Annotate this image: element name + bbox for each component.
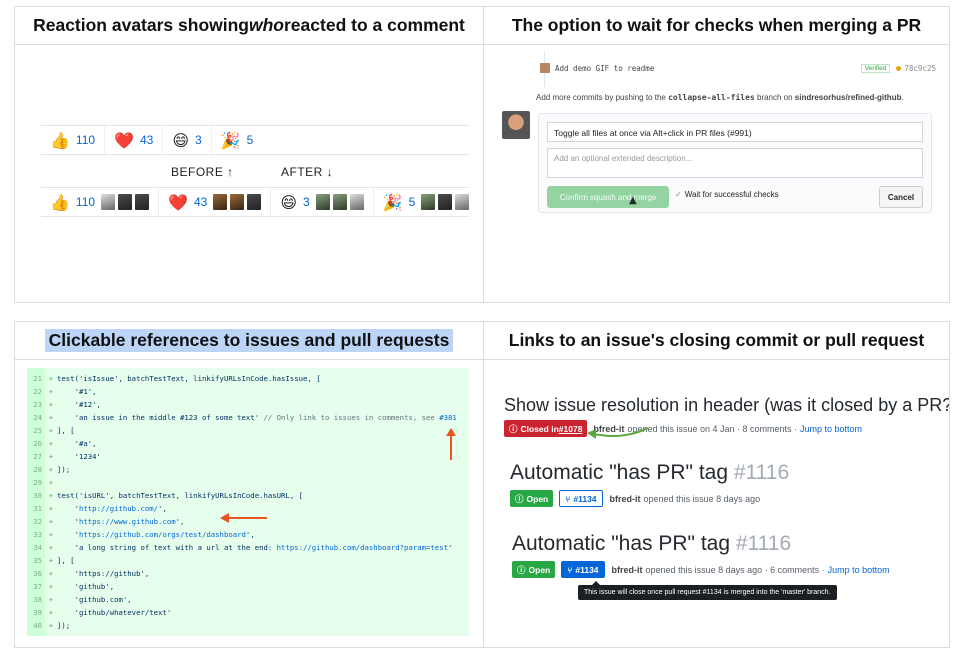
- avatar[interactable]: [455, 194, 470, 210]
- panel-closing-links: Links to an issue's closing commit or pu…: [483, 321, 950, 648]
- reaction-tada[interactable]: 🎉 5: [374, 188, 479, 216]
- pull-request-icon: ⑂: [565, 493, 571, 504]
- open-state-badge[interactable]: ⓘ Open: [510, 490, 554, 507]
- after-label: AFTER ↓: [281, 165, 334, 179]
- avatar[interactable]: [421, 194, 436, 210]
- closing-pr-link[interactable]: #1078: [559, 424, 583, 434]
- pending-status-icon[interactable]: [896, 65, 902, 71]
- commit-description-input[interactable]: Add an optional extended description...: [547, 148, 923, 178]
- pr-tag[interactable]: ⑂ #1134: [561, 561, 605, 578]
- reactions-before-row: 👍 110 ❤️ 43 😄 3 🎉 5: [41, 125, 469, 155]
- issue-meta: ⓘ Closed in #1078 bfred-it opened this is…: [504, 420, 862, 437]
- panel-title: Reaction avatars showing who reacted to …: [15, 7, 483, 45]
- thumbsup-icon: 👍: [50, 192, 70, 212]
- issue-title: Automatic "has PR" tag #1116: [510, 461, 790, 484]
- commit-sha[interactable]: 78c9c25: [904, 64, 936, 73]
- thumbsup-icon: 👍: [50, 130, 70, 150]
- jump-to-bottom-link[interactable]: Jump to bottom: [828, 565, 890, 575]
- confirm-squash-button[interactable]: Confirm squash and merge: [547, 186, 669, 208]
- wait-for-checks-checkbox[interactable]: ✓ Wait for successful checks: [675, 190, 779, 199]
- pointer-cursor-icon: ▲: [629, 195, 637, 206]
- reaction-thumbsup[interactable]: 👍 110: [41, 188, 160, 216]
- merge-form: Toggle all files at once via Alt+click i…: [538, 113, 932, 213]
- closed-icon: ⓘ: [509, 423, 518, 434]
- heart-icon: ❤️: [114, 130, 134, 150]
- tada-icon: 🎉: [220, 130, 241, 150]
- jump-to-bottom-link[interactable]: Jump to bottom: [800, 424, 862, 434]
- before-label: BEFORE ↑: [171, 165, 234, 179]
- open-icon: ⓘ: [515, 493, 524, 504]
- avatar[interactable]: [315, 194, 330, 210]
- reaction-thumbsup[interactable]: 👍 110: [41, 126, 106, 154]
- heart-icon: ❤️: [168, 192, 188, 212]
- reaction-smile[interactable]: 😄 3: [271, 188, 374, 216]
- avatar[interactable]: [502, 111, 530, 139]
- tada-icon: 🎉: [382, 192, 403, 212]
- arrow-left-icon: [587, 427, 649, 439]
- commit-title-input[interactable]: Toggle all files at once via Alt+click i…: [547, 122, 923, 142]
- open-state-badge[interactable]: ⓘ Open: [512, 561, 556, 578]
- checkmark-icon[interactable]: ✓: [675, 190, 682, 199]
- annotation-arrows: [220, 428, 456, 523]
- avatar[interactable]: [101, 194, 116, 210]
- arrow-left-icon: [220, 513, 267, 523]
- avatar[interactable]: [135, 194, 150, 210]
- commit-row: Add demo GIF to readme Verified 78c9c25: [540, 59, 936, 77]
- push-hint: Add more commits by pushing to the colla…: [536, 93, 904, 102]
- panel-wait-for-checks: The option to wait for checks when mergi…: [483, 6, 950, 303]
- smile-icon: 😄: [172, 130, 190, 150]
- commit-message[interactable]: Add demo GIF to readme: [555, 64, 654, 73]
- reactions-after-row: 👍 110 ❤️ 43 😄 3 🎉 5: [41, 187, 470, 217]
- issue-title: Show issue resolution in header (was it …: [504, 395, 950, 415]
- reaction-tada[interactable]: 🎉 5: [212, 126, 263, 154]
- avatar[interactable]: [349, 194, 364, 210]
- smile-icon: 😄: [280, 192, 298, 212]
- panel-title: The option to wait for checks when mergi…: [484, 7, 949, 45]
- panel-reaction-avatars: Reaction avatars showing who reacted to …: [14, 6, 484, 303]
- panel-title: Links to an issue's closing commit or pu…: [484, 322, 949, 360]
- avatar[interactable]: [438, 194, 453, 210]
- panel-clickable-references: Clickable references to issues and pull …: [14, 321, 484, 648]
- author-link[interactable]: bfred-it: [610, 494, 641, 504]
- avatar[interactable]: [118, 194, 133, 210]
- issue-meta: ⓘ Open ⑂ #1134 bfred-it opened this issue …: [512, 561, 890, 578]
- arrow-up-icon: [446, 428, 456, 460]
- avatar[interactable]: [230, 194, 245, 210]
- issue-meta: ⓘ Open ⑂ #1134 bfred-it opened this issue …: [510, 490, 760, 507]
- reaction-smile[interactable]: 😄 3: [163, 126, 212, 154]
- avatar[interactable]: [332, 194, 347, 210]
- reaction-heart[interactable]: ❤️ 43: [105, 126, 164, 154]
- pull-request-icon: ⑂: [567, 564, 573, 575]
- open-icon: ⓘ: [517, 564, 526, 575]
- commit-avatar[interactable]: [540, 63, 550, 73]
- reaction-heart[interactable]: ❤️ 43: [159, 188, 272, 216]
- cancel-button[interactable]: Cancel: [879, 186, 923, 208]
- issue-title: Automatic "has PR" tag #1116: [512, 532, 792, 555]
- closed-state-badge[interactable]: ⓘ Closed in #1078: [504, 420, 588, 437]
- avatar[interactable]: [213, 194, 228, 210]
- avatar[interactable]: [247, 194, 262, 210]
- verified-badge[interactable]: Verified: [860, 63, 891, 73]
- pr-tag[interactable]: ⑂ #1134: [559, 490, 603, 507]
- author-link[interactable]: bfred-it: [612, 565, 643, 575]
- pr-tooltip: This issue will close once pull request …: [578, 581, 837, 600]
